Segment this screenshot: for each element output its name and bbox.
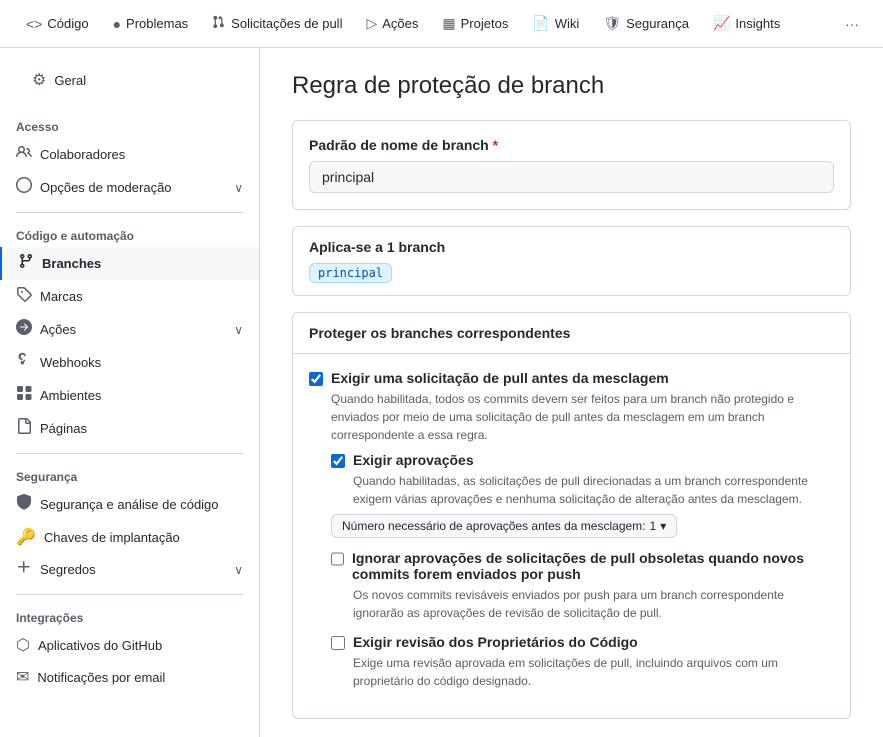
require-pr-item: Exigir uma solicitação de pull antes da … xyxy=(309,370,834,690)
sidebar-item-acoes[interactable]: Ações ∨ xyxy=(0,313,259,346)
require-approvals-label[interactable]: Exigir aprovações xyxy=(353,452,474,468)
nav-actions[interactable]: ▷ Ações xyxy=(356,9,428,38)
chaves-icon: 🔑 xyxy=(16,527,36,547)
dismiss-stale-item: Ignorar aprovações de solicitações de pu… xyxy=(331,550,834,622)
require-pr-checkbox[interactable] xyxy=(309,372,323,386)
issues-icon: ● xyxy=(113,16,121,32)
require-approvals-item: Exigir aprovações Quando habilitadas, as… xyxy=(331,452,834,538)
approvals-dropdown-chevron: ▾ xyxy=(660,519,666,533)
top-navigation: <> Código ● Problemas Solicitações de pu… xyxy=(0,0,883,48)
approvals-dropdown-label: Número necessário de aprovações antes da… xyxy=(342,519,646,533)
sidebar-divider-1 xyxy=(16,212,243,213)
colaboradores-icon xyxy=(16,144,32,165)
require-approvals-checkbox[interactable] xyxy=(331,454,345,468)
protect-section-body: Exigir uma solicitação de pull antes da … xyxy=(293,354,850,718)
sidebar-item-colaboradores[interactable]: Colaboradores xyxy=(0,138,259,171)
sidebar-item-chaves[interactable]: 🔑 Chaves de implantação xyxy=(0,521,259,553)
email-icon: ✉ xyxy=(16,667,29,687)
seguranca-analise-icon xyxy=(16,494,32,515)
nav-security[interactable]: 🛡 Segurança xyxy=(593,9,699,38)
dismiss-stale-row: Ignorar aprovações de solicitações de pu… xyxy=(331,550,834,582)
moderacao-icon xyxy=(16,177,32,198)
projects-icon: ▦ xyxy=(442,15,455,32)
pulls-icon xyxy=(212,15,226,32)
geral-icon: ⚙ xyxy=(32,70,46,90)
sidebar-item-seguranca-analise[interactable]: Segurança e análise de código xyxy=(0,488,259,521)
approvals-dropdown-value: 1 xyxy=(650,519,657,533)
sidebar-item-moderacao[interactable]: Opções de moderação ∨ xyxy=(0,171,259,204)
sidebar-item-segredos[interactable]: Segredos ∨ xyxy=(0,553,259,586)
acoes-icon xyxy=(16,319,32,340)
page-layout: ⚙ Geral Acesso Colaboradores Opções de m… xyxy=(0,48,883,737)
sidebar-item-aplicativos[interactable]: ⬡ Aplicativos do GitHub xyxy=(0,629,259,661)
branch-name-input[interactable] xyxy=(309,161,834,193)
require-code-owners-desc: Exige uma revisão aprovada em solicitaçõ… xyxy=(353,654,834,690)
webhooks-icon xyxy=(16,352,32,373)
sidebar-divider-2 xyxy=(16,453,243,454)
branch-name-card-body: Padrão de nome de branch * xyxy=(293,121,850,209)
moderacao-chevron: ∨ xyxy=(234,181,243,195)
paginas-icon xyxy=(16,418,32,439)
sidebar-item-branches[interactable]: Branches xyxy=(0,247,259,280)
acoes-chevron: ∨ xyxy=(234,323,243,337)
dismiss-stale-label[interactable]: Ignorar aprovações de solicitações de pu… xyxy=(352,550,834,582)
applies-to-body: Aplica-se a 1 branch principal xyxy=(293,227,850,295)
insights-icon: 📈 xyxy=(713,15,730,32)
sidebar-item-webhooks[interactable]: Webhooks xyxy=(0,346,259,379)
sidebar-section-acesso: Acesso xyxy=(0,112,259,138)
sub-checks: Exigir aprovações Quando habilitadas, as… xyxy=(331,452,834,690)
security-icon: 🛡 xyxy=(603,15,621,32)
main-content: Regra de proteção de branch Padrão de no… xyxy=(260,48,883,737)
ambientes-icon xyxy=(16,385,32,406)
nav-more-button[interactable]: ··· xyxy=(837,10,867,38)
protect-card: Proteger os branches correspondentes Exi… xyxy=(292,312,851,719)
require-code-owners-item: Exigir revisão dos Proprietários do Códi… xyxy=(331,634,834,690)
protect-title: Proteger os branches correspondentes xyxy=(309,325,834,341)
require-pr-label[interactable]: Exigir uma solicitação de pull antes da … xyxy=(331,370,669,386)
nav-pulls[interactable]: Solicitações de pull xyxy=(202,9,352,38)
sidebar-divider-3 xyxy=(16,594,243,595)
protect-card-header: Proteger os branches correspondentes xyxy=(293,313,850,354)
nav-insights[interactable]: 📈 Insights xyxy=(703,9,790,38)
aplicativos-icon: ⬡ xyxy=(16,635,30,655)
branch-tag: principal xyxy=(309,263,392,283)
dismiss-stale-desc: Os novos commits revisáveis enviados por… xyxy=(353,586,834,622)
branch-name-card: Padrão de nome de branch * xyxy=(292,120,851,210)
nav-issues[interactable]: ● Problemas xyxy=(103,10,199,38)
require-approvals-row: Exigir aprovações xyxy=(331,452,834,468)
sidebar-section-codigo: Código e automação xyxy=(0,221,259,247)
code-icon: <> xyxy=(26,16,42,32)
sidebar-item-email[interactable]: ✉ Notificações por email xyxy=(0,661,259,693)
require-approvals-desc: Quando habilitadas, as solicitações de p… xyxy=(353,472,834,508)
nav-projects[interactable]: ▦ Projetos xyxy=(432,9,518,38)
approvals-dropdown[interactable]: Número necessário de aprovações antes da… xyxy=(331,514,677,538)
sidebar-section-seguranca: Segurança xyxy=(0,462,259,488)
page-title: Regra de proteção de branch xyxy=(292,72,851,100)
sidebar-item-paginas[interactable]: Páginas xyxy=(0,412,259,445)
branches-icon xyxy=(18,253,34,274)
applies-label: Aplica-se a 1 branch xyxy=(309,239,834,255)
applies-to-card: Aplica-se a 1 branch principal xyxy=(292,226,851,296)
segredos-chevron: ∨ xyxy=(234,563,243,577)
segredos-icon xyxy=(16,559,32,580)
require-code-owners-checkbox[interactable] xyxy=(331,636,345,650)
wiki-icon: 📄 xyxy=(532,15,549,32)
require-pr-row: Exigir uma solicitação de pull antes da … xyxy=(309,370,834,386)
actions-icon: ▷ xyxy=(366,15,377,32)
require-code-owners-label[interactable]: Exigir revisão dos Proprietários do Códi… xyxy=(353,634,638,650)
sidebar-item-marcas[interactable]: Marcas xyxy=(0,280,259,313)
required-marker: * xyxy=(493,137,498,153)
sidebar-item-geral[interactable]: ⚙ Geral xyxy=(16,64,243,96)
sidebar: ⚙ Geral Acesso Colaboradores Opções de m… xyxy=(0,48,260,737)
sidebar-top: ⚙ Geral xyxy=(0,64,259,112)
dismiss-stale-checkbox[interactable] xyxy=(331,552,344,566)
branch-name-label: Padrão de nome de branch * xyxy=(309,137,834,153)
require-code-owners-row: Exigir revisão dos Proprietários do Códi… xyxy=(331,634,834,650)
sidebar-section-integracoes: Integrações xyxy=(0,603,259,629)
nav-code[interactable]: <> Código xyxy=(16,10,99,38)
marcas-icon xyxy=(16,286,32,307)
require-pr-desc: Quando habilitada, todos os commits deve… xyxy=(331,390,834,444)
nav-wiki[interactable]: 📄 Wiki xyxy=(522,9,589,38)
sidebar-item-ambientes[interactable]: Ambientes xyxy=(0,379,259,412)
